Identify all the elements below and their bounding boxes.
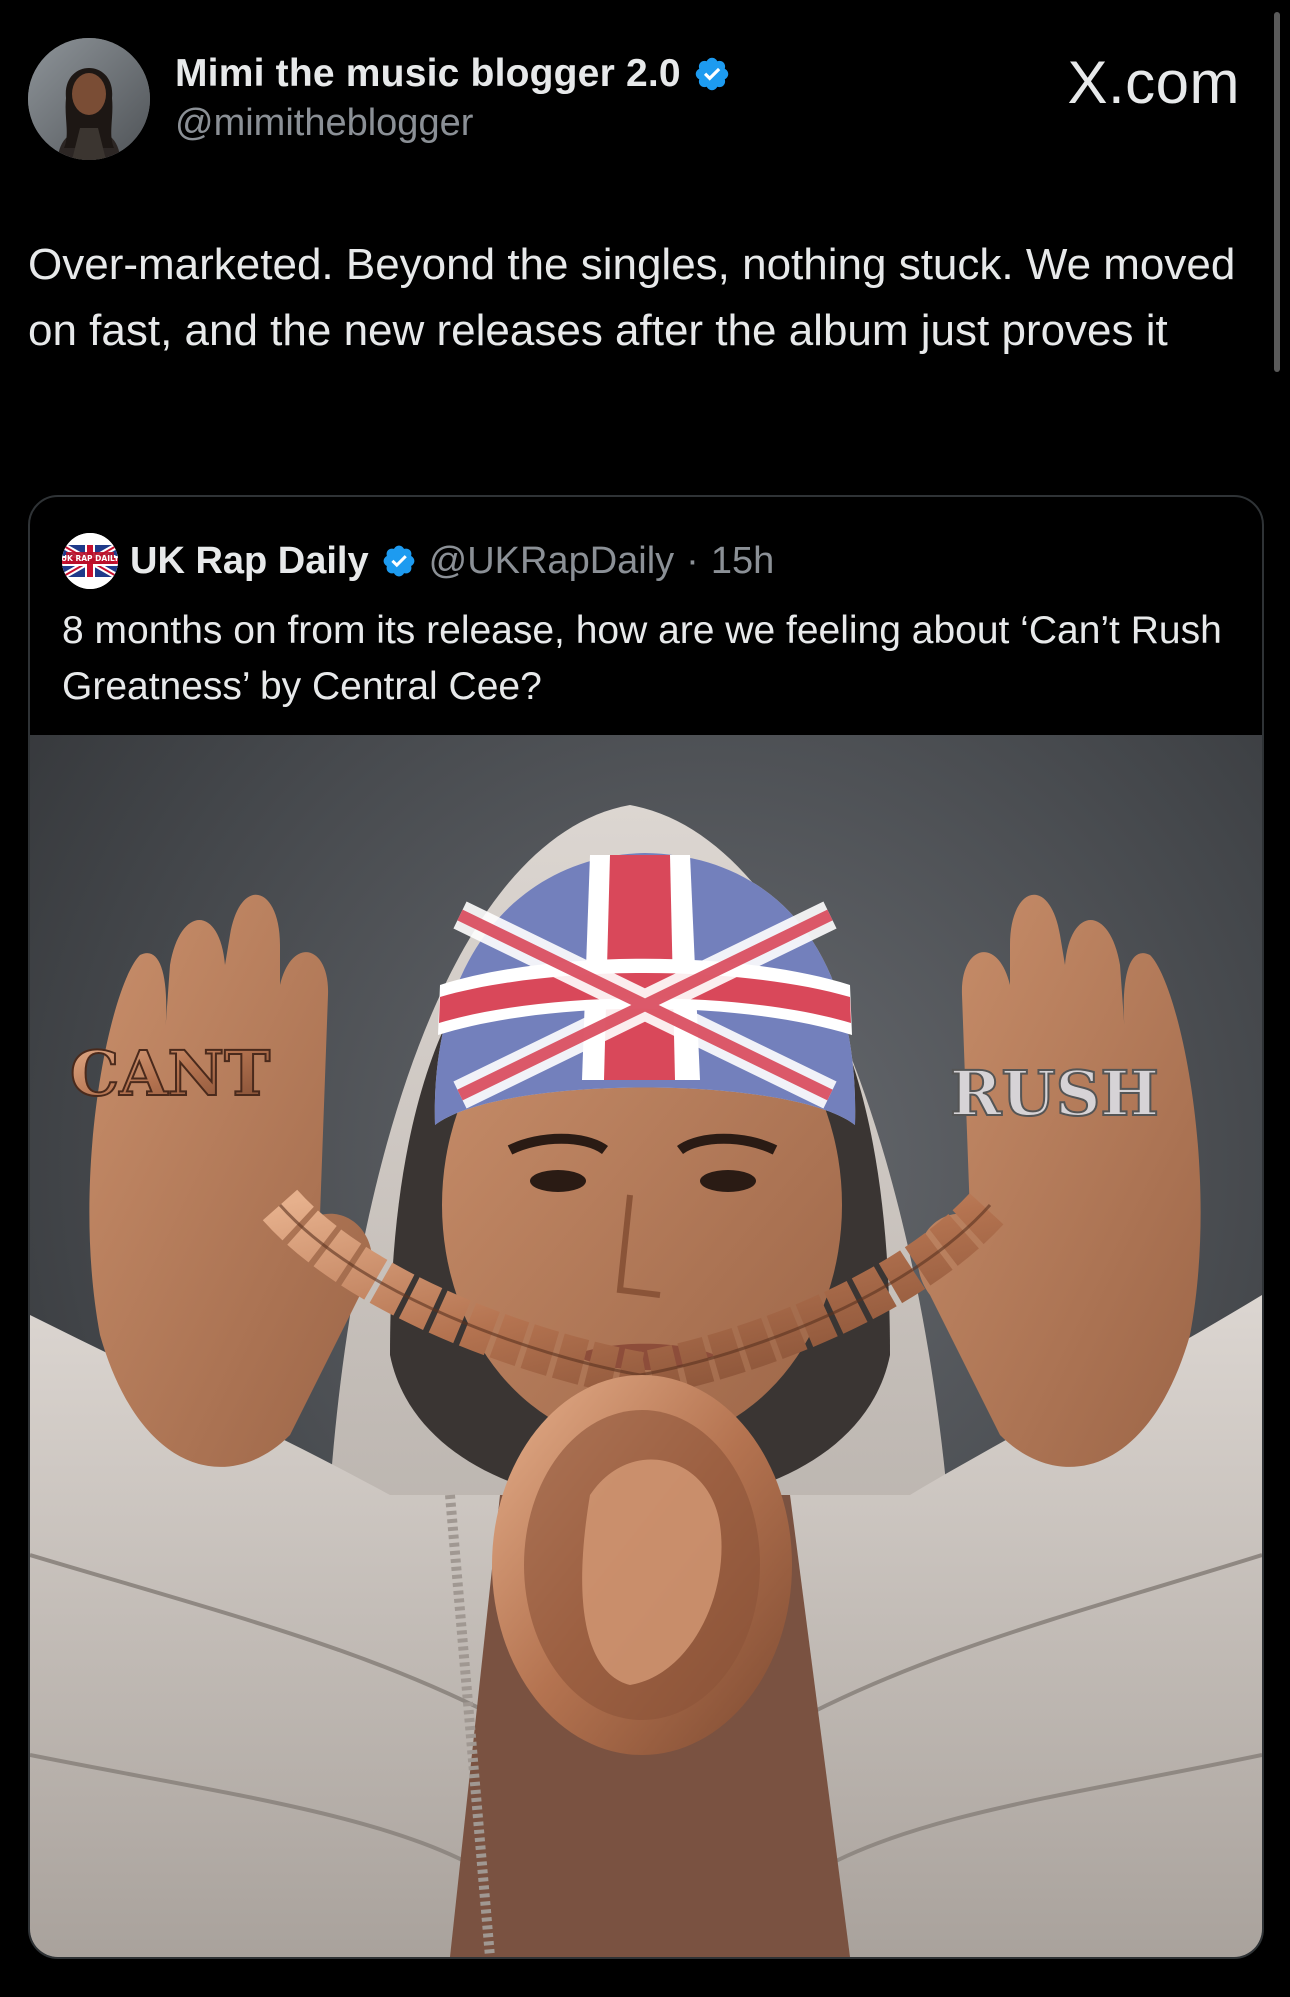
- quoted-author-avatar[interactable]: UK RAP DAILY: [62, 533, 118, 589]
- profile-photo-icon: [28, 38, 150, 160]
- author-handle[interactable]: @mimitheblogger: [175, 102, 731, 145]
- ring-right-text: RUSH: [950, 1057, 1159, 1130]
- x-brand-logo: X.com: [1067, 48, 1240, 117]
- quoted-avatar-text: UK RAP DAILY: [62, 554, 118, 563]
- album-cover-photo: CANT RUSH: [30, 735, 1262, 1957]
- quoted-tweet-photo[interactable]: CANT RUSH: [30, 735, 1262, 1957]
- quoted-tweet-card[interactable]: UK RAP DAILY UK Rap Daily @UKRapDaily · …: [28, 495, 1264, 1959]
- quoted-tweet-time[interactable]: 15h: [711, 540, 774, 583]
- author-avatar[interactable]: [28, 38, 150, 160]
- ring-right: RUSH: [949, 1056, 1160, 1131]
- ring-left: CANT: [69, 1036, 271, 1111]
- quoted-author-handle[interactable]: @UKRapDaily: [429, 540, 675, 583]
- verified-badge-icon: [383, 545, 414, 577]
- author-info: Mimi the music blogger 2.0 @mimitheblogg…: [175, 48, 731, 145]
- author-display-name[interactable]: Mimi the music blogger 2.0: [175, 52, 681, 96]
- union-jack-icon: UK RAP DAILY: [62, 533, 118, 589]
- quoted-tweet-header: UK RAP DAILY UK Rap Daily @UKRapDaily · …: [62, 533, 774, 589]
- tweet: Mimi the music blogger 2.0 @mimitheblogg…: [0, 0, 1290, 1997]
- quoted-author-display-name[interactable]: UK Rap Daily: [130, 540, 369, 583]
- scrollbar[interactable]: [1274, 12, 1280, 372]
- dot-separator: ·: [686, 539, 699, 582]
- quoted-tweet-text: 8 months on from its release, how are we…: [62, 609, 1222, 708]
- tweet-text: Over-marketed. Beyond the singles, nothi…: [28, 240, 1236, 355]
- verified-badge-icon: [695, 57, 729, 91]
- ring-left-text: CANT: [70, 1037, 270, 1110]
- brand-label: X.com: [1067, 49, 1240, 116]
